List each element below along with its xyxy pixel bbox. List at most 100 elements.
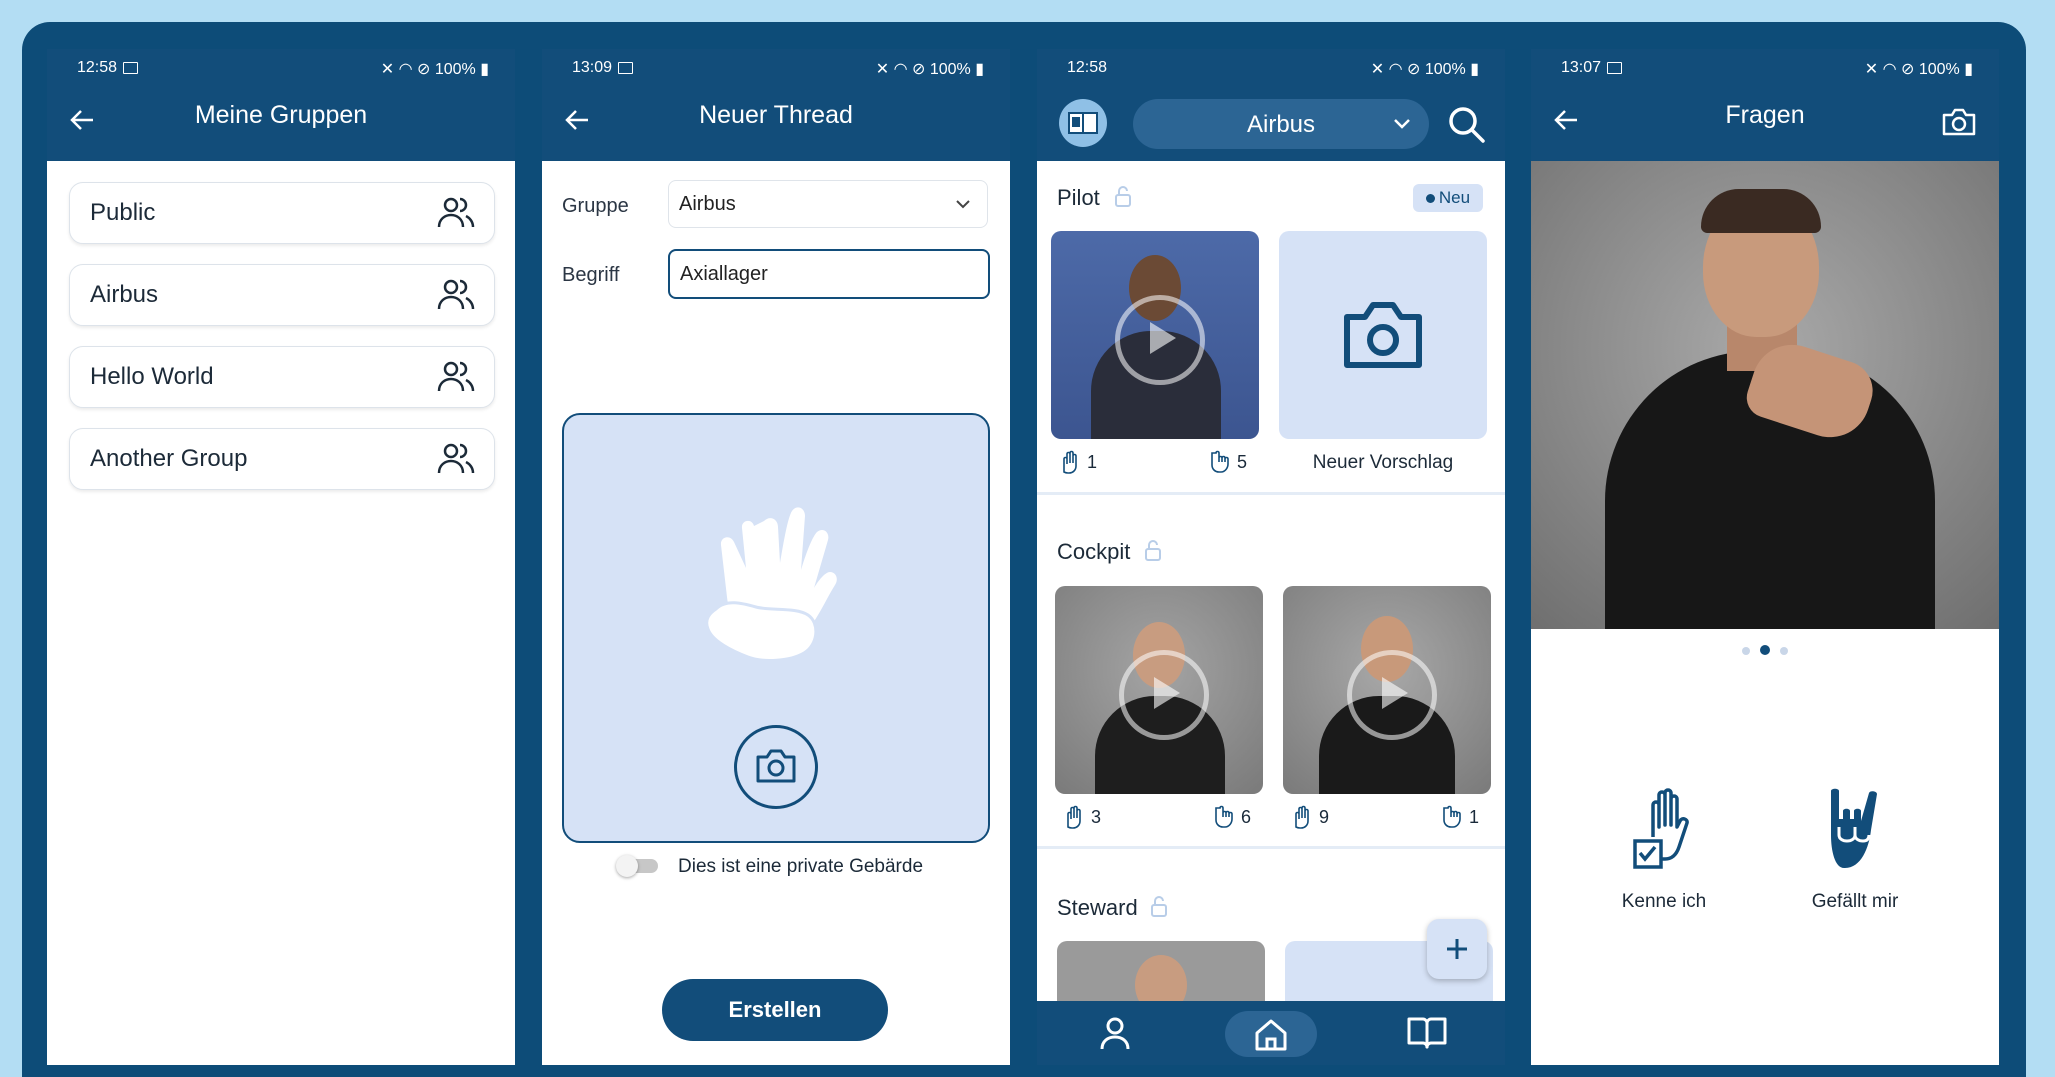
known-hand-icon [1063,450,1077,474]
private-toggle[interactable] [616,855,660,877]
lock-open-icon [1115,186,1131,207]
chevron-down-icon [1394,119,1410,129]
private-toggle-label: Dies ist eine private Gebärde [678,856,924,877]
section-divider [1037,492,1505,495]
group-icon [437,279,475,310]
section-title-steward: Steward [1057,895,1138,920]
group-item-hello-world[interactable]: Hello World [69,346,495,408]
sign-video-thumbnail[interactable] [1057,941,1265,1001]
sign-video-thumbnail[interactable] [1283,586,1491,794]
battery-icon: ▮ [475,61,489,78]
app-bar: 13:07 ✕ ◠ ⊘ 100% ▮ Fragen [1531,49,1999,161]
battery-level: 100% [434,61,476,78]
like-count: 5 [1237,452,1248,472]
dictionary-logo[interactable] [1059,99,1107,147]
screen-airbus-feed: 12:58 ✕ ◠ ⊘ 100% ▮ Airbus Pilot Neu 1 5 … [1037,49,1505,1065]
screen-fragen: 13:07 ✕ ◠ ⊘ 100% ▮ Fragen Kenne ich Gefä… [1531,49,1999,1065]
camera-button[interactable] [734,725,818,809]
status-time: 12:58 [77,59,118,76]
group-label: Another Group [90,445,248,472]
battery-icon: ▮ [1465,61,1479,78]
like-label: Gefällt mir [1811,891,1899,912]
group-selector[interactable]: Airbus [1133,99,1429,149]
group-select-value: Airbus [679,193,736,215]
video-record-area[interactable] [562,413,990,843]
play-icon [1119,650,1209,740]
page-dot [1742,647,1750,655]
like-hand-icon [1215,805,1233,828]
section-title-pilot: Pilot [1057,185,1100,210]
screen-neuer-thread: 13:09 ✕ ◠ ⊘ 100% ▮ Neuer Thread Gruppe A… [542,49,1010,1065]
section-divider [1037,846,1505,849]
status-time: 13:09 [572,59,613,76]
sign-video-player[interactable] [1531,161,1999,629]
lock-open-icon [1145,540,1161,561]
page-title: Fragen [1725,101,1805,129]
screen-meine-gruppen: 12:58 ✕ ◠ ⊘ 100% ▮ Meine Gruppen Public … [47,49,515,1065]
group-icon [437,443,475,474]
known-button[interactable]: Kenne ich [1609,787,1719,927]
sign-video-thumbnail[interactable] [1055,586,1263,794]
group-item-airbus[interactable]: Airbus [69,264,495,326]
known-label: Kenne ich [1621,891,1707,912]
add-fab[interactable] [1427,919,1487,979]
status-time: 13:07 [1561,59,1602,76]
group-icon [437,197,475,228]
term-input-value: Axiallager [680,263,768,285]
group-selector-label: Airbus [1246,111,1316,138]
group-item-public[interactable]: Public [69,182,495,244]
camera-icon[interactable] [1941,107,1977,137]
page-dot-active [1760,645,1770,655]
create-button[interactable]: Erstellen [662,979,888,1041]
term-field-label: Begriff [562,264,620,286]
plus-icon [1447,939,1467,959]
like-count: 1 [1469,807,1480,827]
status-icons: ✕ ◠ ⊘ [875,61,930,78]
known-hand-icon [1067,805,1081,829]
battery-level: 100% [1424,61,1466,78]
page-dot [1780,647,1788,655]
like-hand-icon [1211,450,1229,473]
sign-hands-icon [705,507,837,662]
like-button[interactable]: Gefällt mir [1795,787,1915,927]
home-tab-active[interactable] [1225,1011,1317,1057]
page-title: Neuer Thread [699,101,853,129]
chevron-down-icon [956,200,970,209]
camera-icon [756,749,796,783]
image-icon [618,61,634,74]
group-field-label: Gruppe [562,195,629,217]
lock-open-icon [1151,896,1167,917]
signer-hair [1701,189,1821,233]
sign-video-thumbnail[interactable] [1051,231,1259,439]
toggle-knob [616,855,638,877]
app-bar: 12:58 ✕ ◠ ⊘ 100% ▮ Airbus [1037,49,1505,161]
bottom-nav [1037,1001,1505,1065]
section-title-cockpit: Cockpit [1057,539,1131,564]
group-item-another-group[interactable]: Another Group [69,428,495,490]
group-label: Hello World [90,363,214,390]
book-icon[interactable] [1407,1015,1447,1049]
image-icon [123,61,139,74]
profile-icon[interactable] [1097,1015,1133,1051]
group-label: Airbus [90,281,159,308]
group-select[interactable]: Airbus [668,180,988,228]
status-bar: 12:58 ✕ ◠ ⊘ 100% ▮ [1067,59,1479,83]
known-hand-icon [1295,805,1309,829]
status-icons: ✕ ◠ ⊘ [1864,61,1919,78]
status-icons: ✕ ◠ ⊘ [380,61,435,78]
search-icon[interactable] [1447,105,1487,145]
new-badge: Neu [1413,184,1483,212]
known-count: 3 [1091,807,1102,827]
new-suggestion-tile[interactable] [1279,231,1487,439]
new-dot [1425,194,1435,204]
group-icon [437,361,475,392]
app-bar: 12:58 ✕ ◠ ⊘ 100% ▮ Meine Gruppen [47,49,515,161]
page-title: Meine Gruppen [194,101,368,129]
new-badge-label: Neu [1438,188,1471,207]
home-icon [1255,1019,1287,1051]
signer-head [1135,955,1187,1001]
known-count: 9 [1319,807,1330,827]
love-hand-icon [1831,788,1877,869]
term-input[interactable]: Axiallager [668,249,990,299]
new-suggestion-label: Neuer Vorschlag [1312,452,1454,473]
